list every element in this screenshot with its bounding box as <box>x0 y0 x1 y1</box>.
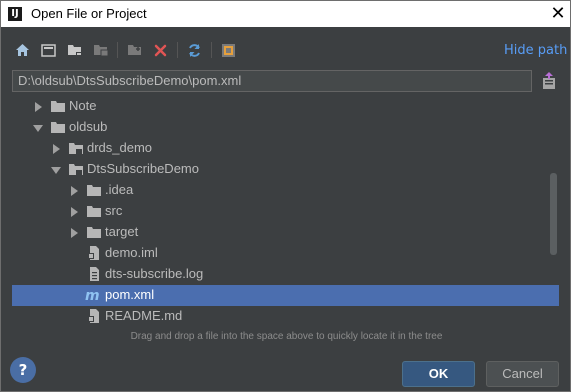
drag-drop-hint: Drag and drop a file into the space abov… <box>130 331 443 342</box>
chevron-right-icon[interactable] <box>69 186 79 196</box>
module-folder-icon <box>69 143 83 154</box>
chevron-right-icon[interactable] <box>51 144 61 154</box>
tree-label: demo.iml <box>105 245 158 260</box>
tree-row-dts-subscribe-log[interactable]: dts-subscribe.log <box>12 264 559 285</box>
path-field[interactable]: D:\oldsub\DtsSubscribeDemo\pom.xml <box>12 70 532 92</box>
file-tree[interactable]: Note oldsub drds_demo DtsSubscribeDemo .… <box>12 95 559 328</box>
folder-icon <box>87 185 101 196</box>
maven-icon: m <box>85 288 100 303</box>
new-folder-icon[interactable] <box>125 41 144 60</box>
chevron-down-icon[interactable] <box>33 123 43 133</box>
tree-scrollbar[interactable] <box>550 173 557 255</box>
tree-label: Note <box>69 98 97 113</box>
desktop-icon[interactable] <box>39 41 58 60</box>
help-button[interactable]: ? <box>10 357 36 383</box>
tree-label: target <box>105 224 139 239</box>
tree-label: pom.xml <box>105 287 155 302</box>
chevron-down-icon[interactable] <box>51 165 61 175</box>
folder-icon <box>87 227 101 238</box>
hide-path-link[interactable]: Hide path <box>504 43 567 58</box>
module-folder-icon[interactable] <box>91 41 110 60</box>
chevron-right-icon[interactable] <box>33 102 43 112</box>
tree-label: drds_demo <box>87 140 153 155</box>
tree-label: .idea <box>105 182 134 197</box>
folder-icon <box>51 122 65 133</box>
toolbar-separator <box>211 42 212 58</box>
ok-button[interactable]: OK <box>402 361 475 387</box>
tree-label: DtsSubscribeDemo <box>87 161 199 176</box>
folder-icon[interactable] <box>65 41 84 60</box>
tree-label: dts-subscribe.log <box>105 266 204 281</box>
module-folder-icon <box>69 164 83 175</box>
tree-label: README.md <box>105 308 183 323</box>
cancel-button[interactable]: Cancel <box>486 361 559 387</box>
tree-row-pom-xml[interactable]: m pom.xml <box>12 285 559 306</box>
tree-row-target[interactable]: target <box>12 222 559 243</box>
refresh-icon[interactable] <box>185 41 204 60</box>
tree-row-readme[interactable]: README.md <box>12 306 559 327</box>
home-icon[interactable] <box>13 41 32 60</box>
iml-file-icon <box>88 246 99 260</box>
tree-label: src <box>105 203 123 218</box>
path-value: D:\oldsub\DtsSubscribeDemo\pom.xml <box>18 73 242 88</box>
tree-row-dtssubscribedemo[interactable]: DtsSubscribeDemo <box>12 159 559 180</box>
tree-row-demo-iml[interactable]: demo.iml <box>12 243 559 264</box>
tree-row-note[interactable]: Note <box>12 96 559 117</box>
folder-icon <box>51 101 65 112</box>
delete-icon[interactable] <box>151 41 170 60</box>
window-title: Open File or Project <box>31 6 147 21</box>
title-bar: IJ Open File or Project ✕ <box>0 0 571 27</box>
path-history-icon[interactable] <box>542 72 558 90</box>
toolbar-separator <box>117 42 118 58</box>
tree-label: oldsub <box>69 119 108 134</box>
close-icon[interactable]: ✕ <box>548 4 568 24</box>
toolbar <box>13 39 245 61</box>
folder-icon <box>87 206 101 217</box>
dialog-body: Hide path D:\oldsub\DtsSubscribeDemo\pom… <box>0 27 571 392</box>
tree-row-oldsub[interactable]: oldsub <box>12 117 559 138</box>
tree-row-idea[interactable]: .idea <box>12 180 559 201</box>
svg-text:m: m <box>85 288 100 303</box>
toolbar-separator <box>177 42 178 58</box>
markdown-file-icon <box>88 309 99 323</box>
tree-row-drds-demo[interactable]: drds_demo <box>12 138 559 159</box>
show-hidden-icon[interactable] <box>219 41 238 60</box>
chevron-right-icon[interactable] <box>69 228 79 238</box>
app-icon: IJ <box>8 7 22 21</box>
log-file-icon <box>90 267 99 281</box>
tree-row-src[interactable]: src <box>12 201 559 222</box>
chevron-right-icon[interactable] <box>69 207 79 217</box>
